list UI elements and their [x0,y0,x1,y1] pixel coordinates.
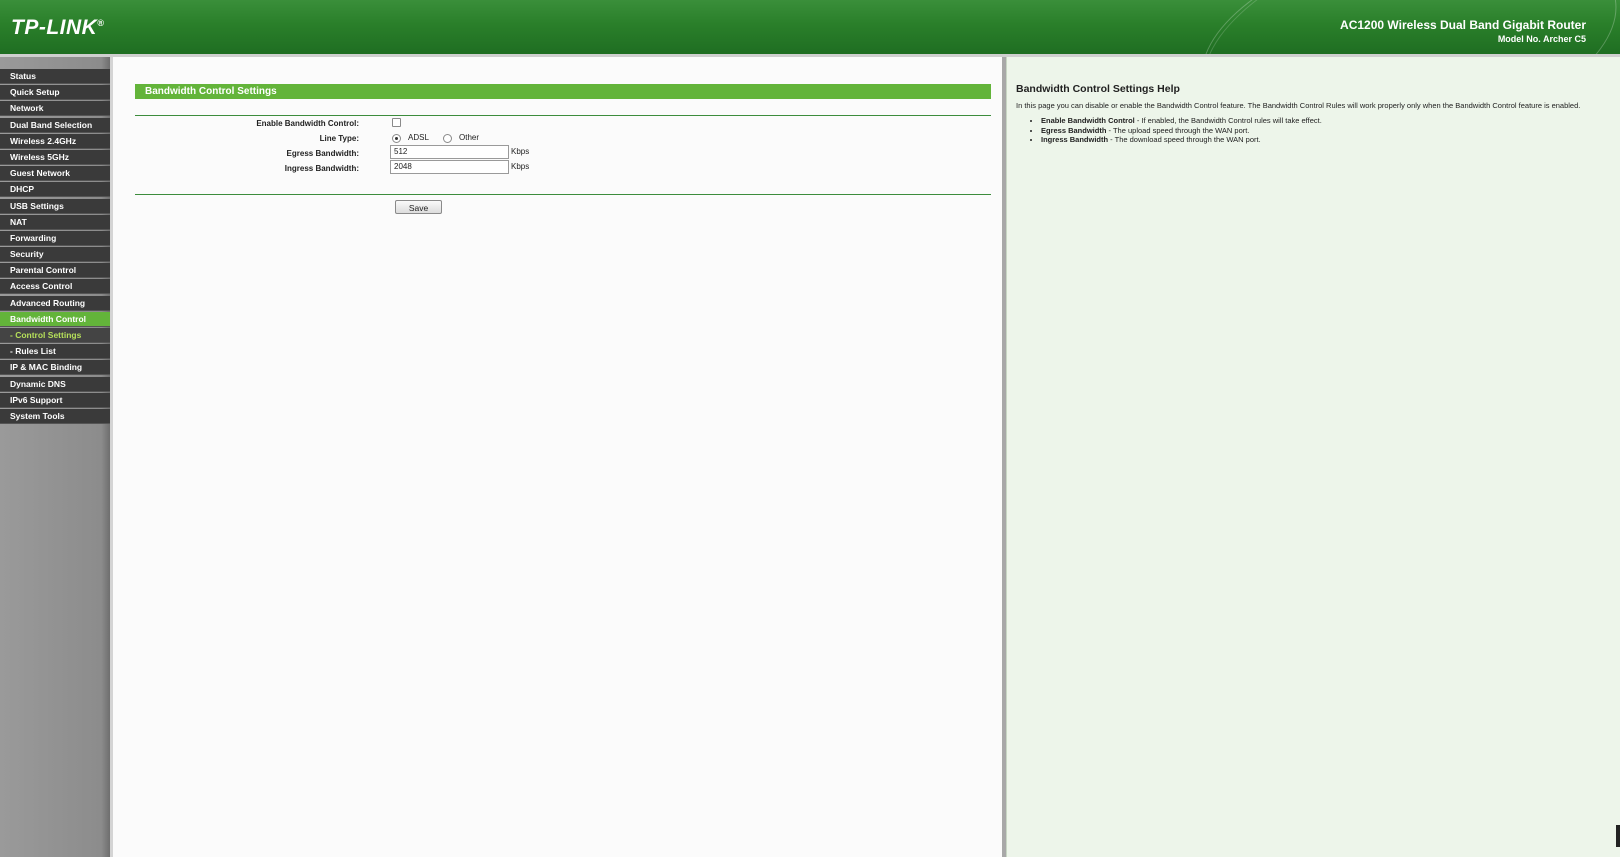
main-content: Bandwidth Control Settings Enable Bandwi… [110,57,1005,857]
top-divider [135,115,991,116]
page-header: TP-LINK® AC1200 Wireless Dual Band Gigab… [0,0,1620,57]
sidebar-subitem-rules-list[interactable]: - Rules List [0,344,110,360]
egress-bandwidth-unit: Kbps [511,147,530,156]
product-title: AC1200 Wireless Dual Band Gigabit Router [1340,18,1586,32]
sidebar-item-status[interactable]: Status [0,69,110,84]
sidebar: Status Quick Setup Network Dual Band Sel… [0,57,110,857]
sidebar-item-advanced-routing[interactable]: Advanced Routing [0,295,110,311]
sidebar-item-wireless-5ghz[interactable]: Wireless 5GHz [0,149,110,165]
help-intro: In this page you can disable or enable t… [1016,101,1581,110]
save-button[interactable]: Save [395,200,442,214]
sidebar-item-security[interactable]: Security [0,247,110,263]
egress-bandwidth-input[interactable]: 512 [390,145,509,159]
help-desc: - The download speed through the WAN por… [1108,135,1261,144]
sidebar-item-dynamic-dns[interactable]: Dynamic DNS [0,376,110,392]
line-type-adsl-radio[interactable] [392,134,401,143]
ingress-bandwidth-label: Ingress Bandwidth: [284,164,359,173]
help-term: Enable Bandwidth Control [1041,116,1135,125]
sidebar-item-ip-mac-binding[interactable]: IP & MAC Binding [0,360,110,376]
sidebar-item-bandwidth-control[interactable]: Bandwidth Control [0,311,110,327]
sidebar-item-wireless-24ghz[interactable]: Wireless 2.4GHz [0,133,110,149]
help-item-ingress: Ingress Bandwidth - The download speed t… [1041,135,1322,144]
sidebar-item-nat[interactable]: NAT [0,214,110,230]
help-list: Enable Bandwidth Control - If enabled, t… [1025,116,1322,145]
ingress-bandwidth-unit: Kbps [511,162,530,171]
sidebar-menu: Status Quick Setup Network Dual Band Sel… [0,69,110,425]
sidebar-item-ipv6-support[interactable]: IPv6 Support [0,392,110,408]
sidebar-item-parental-control[interactable]: Parental Control [0,263,110,279]
sidebar-item-dual-band-selection[interactable]: Dual Band Selection [0,117,110,133]
help-panel: Bandwidth Control Settings Help In this … [1006,57,1620,857]
sidebar-item-guest-network[interactable]: Guest Network [0,166,110,182]
help-term: Egress Bandwidth [1041,125,1107,135]
line-type-adsl-label: ADSL [408,133,429,142]
sidebar-item-dhcp[interactable]: DHCP [0,182,110,198]
scrollbar-handle[interactable] [1616,825,1620,847]
help-item-egress: Egress Bandwidth - The upload speed thro… [1041,126,1322,135]
sidebar-item-forwarding[interactable]: Forwarding [0,230,110,246]
enable-bandwidth-control-checkbox[interactable] [392,118,401,127]
sidebar-item-usb-settings[interactable]: USB Settings [0,198,110,214]
line-type-label: Line Type: [319,134,359,143]
help-desc: - If enabled, the Bandwidth Control rule… [1134,116,1322,125]
help-item-enable: Enable Bandwidth Control - If enabled, t… [1041,116,1322,125]
line-type-other-radio[interactable] [443,134,452,143]
sidebar-item-quick-setup[interactable]: Quick Setup [0,85,110,101]
help-desc: - The upload speed through the WAN port. [1106,125,1250,135]
help-title: Bandwidth Control Settings Help [1016,83,1180,95]
page-title: Bandwidth Control Settings [135,84,991,99]
sidebar-item-access-control[interactable]: Access Control [0,279,110,295]
sidebar-item-system-tools[interactable]: System Tools [0,408,110,424]
line-type-other-label: Other [459,133,480,142]
sidebar-subitem-control-settings[interactable]: - Control Settings [0,328,110,343]
model-number: Model No. Archer C5 [1497,34,1586,44]
help-term: Ingress Bandwidth [1041,135,1109,144]
sidebar-item-network[interactable]: Network [0,101,110,117]
tp-link-logo: TP-LINK® [11,16,105,39]
egress-bandwidth-label: Egress Bandwidth: [286,149,359,158]
ingress-bandwidth-input[interactable]: 2048 [390,160,509,174]
bottom-divider [135,194,991,195]
enable-bandwidth-control-label: Enable Bandwidth Control: [256,119,359,128]
